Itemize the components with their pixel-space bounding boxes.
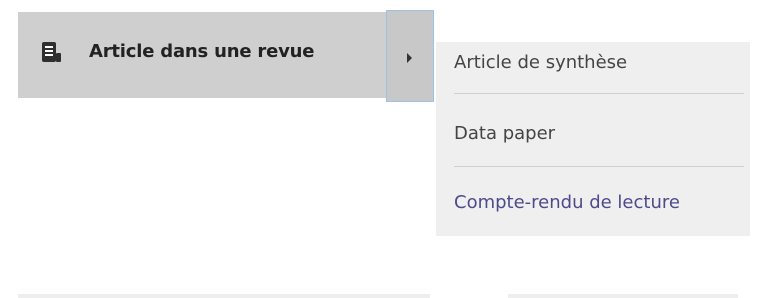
expand-submenu-button[interactable]: [386, 10, 434, 102]
menu-bottom-border: [508, 294, 738, 298]
menu-item-label: Article dans une revue: [89, 41, 315, 62]
submenu-item-article-de-synthese[interactable]: Article de synthèse: [454, 52, 627, 73]
menu-item-article-dans-une-revue[interactable]: Article dans une revue: [18, 12, 386, 98]
caret-right-icon: [407, 53, 412, 63]
document-icon: [40, 41, 64, 65]
submenu-divider: [454, 166, 744, 167]
submenu: Article de synthèse Data paper Compte-re…: [436, 42, 750, 236]
submenu-item-data-paper[interactable]: Data paper: [454, 123, 555, 144]
submenu-item-compte-rendu-de-lecture[interactable]: Compte-rendu de lecture: [454, 192, 680, 213]
submenu-divider: [454, 93, 744, 94]
menu-bottom-border: [18, 294, 430, 298]
